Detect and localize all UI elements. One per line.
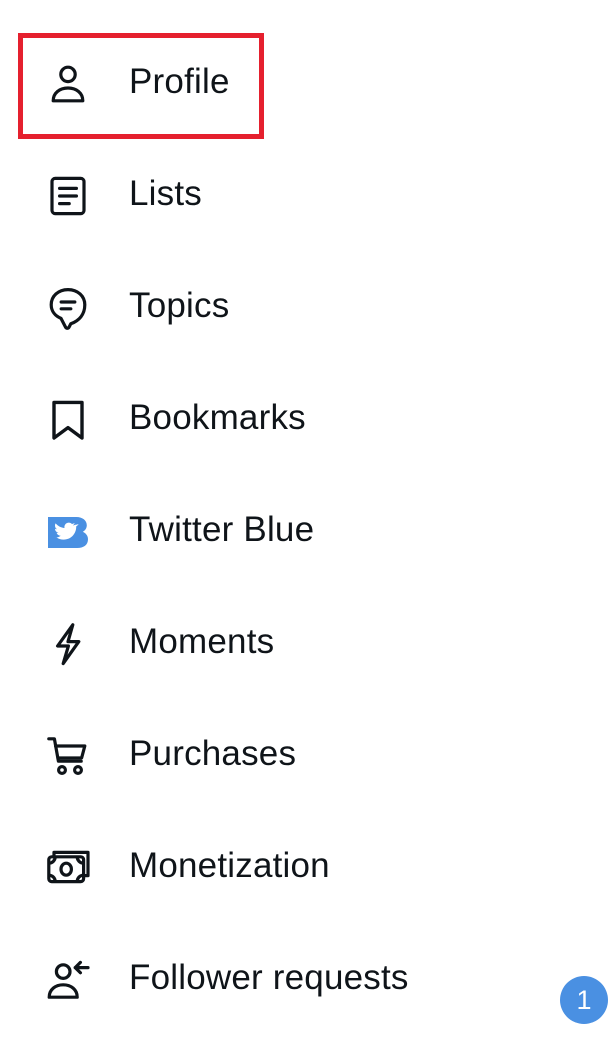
menu-item-follower-requests[interactable]: Follower requests 1 xyxy=(0,922,612,1034)
menu-item-label: Monetization xyxy=(129,846,330,885)
topics-icon xyxy=(44,284,92,332)
menu-item-label: Moments xyxy=(129,622,275,661)
bookmark-icon xyxy=(44,396,92,444)
menu-item-purchases[interactable]: Purchases xyxy=(0,698,612,810)
menu-item-profile[interactable]: Profile xyxy=(0,26,612,138)
notification-badge: 1 xyxy=(560,976,608,1024)
lists-icon xyxy=(44,172,92,220)
cart-icon xyxy=(44,732,92,780)
menu-item-lists[interactable]: Lists xyxy=(0,138,612,250)
menu-item-label: Lists xyxy=(129,174,202,213)
menu-item-label: Twitter Blue xyxy=(129,510,315,549)
menu-item-label: Bookmarks xyxy=(129,398,306,437)
side-menu: Profile Lists Topics Bookmarks Twitter B… xyxy=(0,26,612,1034)
menu-item-twitter-blue[interactable]: Twitter Blue xyxy=(0,474,612,586)
menu-item-bookmarks[interactable]: Bookmarks xyxy=(0,362,612,474)
twitter-blue-icon xyxy=(44,508,92,556)
follower-requests-icon xyxy=(44,956,92,1004)
money-icon xyxy=(44,844,92,892)
menu-item-topics[interactable]: Topics xyxy=(0,250,612,362)
menu-item-label: Profile xyxy=(129,62,230,101)
menu-item-moments[interactable]: Moments xyxy=(0,586,612,698)
lightning-icon xyxy=(44,620,92,668)
profile-icon xyxy=(44,60,92,108)
menu-item-monetization[interactable]: Monetization xyxy=(0,810,612,922)
menu-item-label: Follower requests xyxy=(129,958,409,997)
menu-item-label: Purchases xyxy=(129,734,297,773)
menu-item-label: Topics xyxy=(129,286,230,325)
